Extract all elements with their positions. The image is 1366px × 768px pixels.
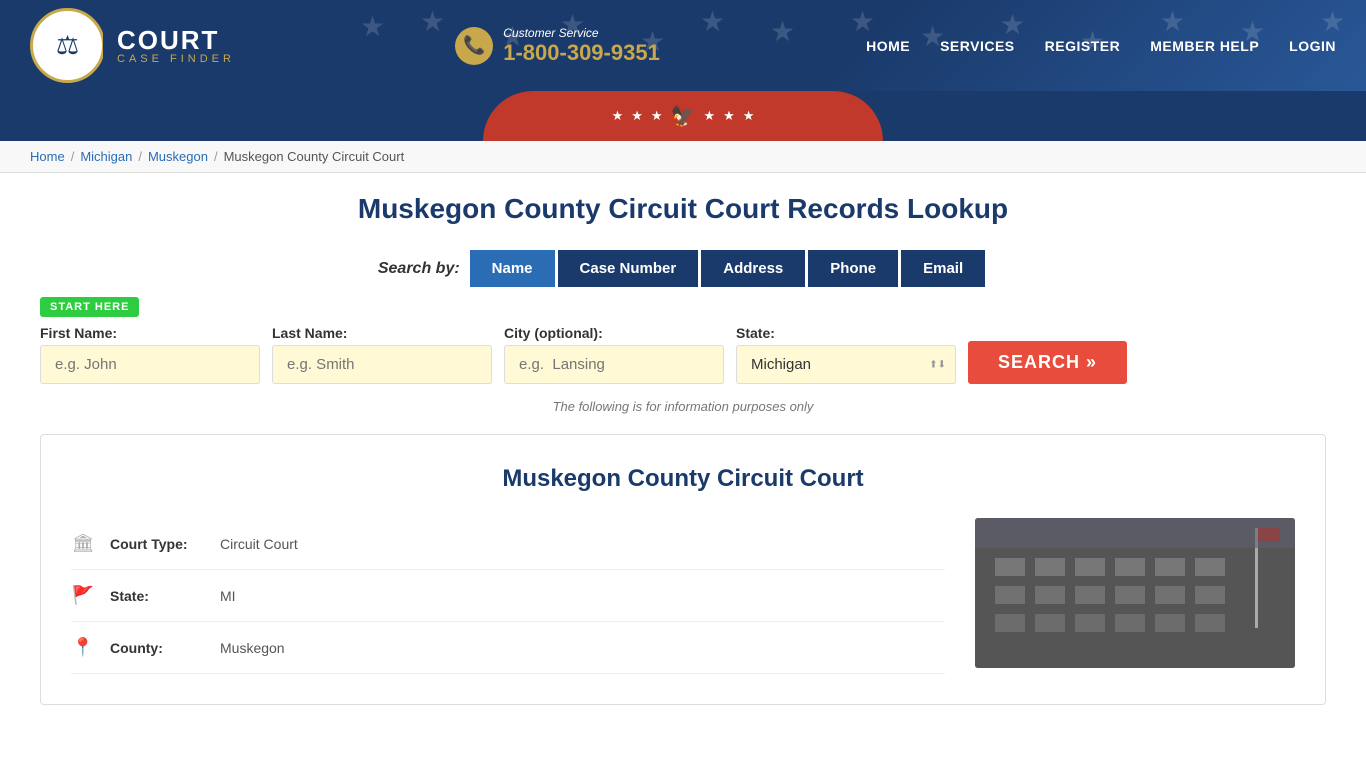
nav-login[interactable]: LOGIN	[1289, 38, 1336, 54]
eagle-banner: ★ ★ ★ 🦅 ★ ★ ★	[483, 91, 883, 141]
state-group: State: Michigan Alabama Alaska Arizona C…	[736, 325, 956, 384]
last-name-label: Last Name:	[272, 325, 492, 341]
city-group: City (optional):	[504, 325, 724, 384]
court-image	[975, 518, 1295, 668]
search-form: First Name: Last Name: City (optional): …	[40, 325, 1326, 384]
court-card-content: 🏛 Court Type: Circuit Court 🚩 State: MI …	[71, 518, 1295, 674]
logo-circle: ⚖	[30, 8, 105, 83]
nav-services[interactable]: SERVICES	[940, 38, 1015, 54]
court-card: Muskegon County Circuit Court 🏛 Court Ty…	[40, 434, 1326, 705]
court-detail-state: 🚩 State: MI	[71, 570, 945, 622]
breadcrumb: Home / Michigan / Muskegon / Muskegon Co…	[30, 149, 1336, 164]
tab-name[interactable]: Name	[470, 250, 555, 287]
breadcrumb-bar: Home / Michigan / Muskegon / Muskegon Co…	[0, 141, 1366, 173]
court-detail-county: 📍 County: Muskegon	[71, 622, 945, 674]
court-state-value: MI	[220, 588, 236, 604]
breadcrumb-sep-2: /	[138, 149, 142, 164]
nav-home[interactable]: HOME	[866, 38, 910, 54]
phone-label: Customer Service	[503, 26, 660, 40]
info-note: The following is for information purpose…	[40, 399, 1326, 414]
last-name-input[interactable]	[272, 345, 492, 384]
logo-case-finder-text: CASE FINDER	[117, 53, 235, 65]
state-select[interactable]: Michigan Alabama Alaska Arizona Californ…	[736, 345, 956, 384]
search-by-row: Search by: Name Case Number Address Phon…	[40, 250, 1326, 287]
phone-area: 📞 Customer Service 1-800-309-9351	[455, 26, 660, 66]
first-name-label: First Name:	[40, 325, 260, 341]
star-right-2: ★	[723, 108, 735, 124]
court-type-label: Court Type:	[110, 536, 190, 552]
search-button[interactable]: SEARCH »	[968, 341, 1127, 384]
star-left-2: ★	[631, 108, 643, 124]
header-top: ⚖ COURT CASE FINDER 📞 Customer Service 1…	[0, 0, 1366, 91]
eagle-stars: ★ ★ ★ 🦅 ★ ★ ★	[612, 104, 755, 129]
court-type-value: Circuit Court	[220, 536, 298, 552]
city-input[interactable]	[504, 345, 724, 384]
city-label: City (optional):	[504, 325, 724, 341]
breadcrumb-sep-1: /	[71, 149, 75, 164]
building-icon: 🏛	[71, 533, 95, 554]
nav-register[interactable]: REGISTER	[1045, 38, 1121, 54]
star-left-3: ★	[651, 108, 663, 124]
flag-icon: 🚩	[71, 585, 95, 606]
state-select-wrapper: Michigan Alabama Alaska Arizona Californ…	[736, 345, 956, 384]
tab-phone[interactable]: Phone	[808, 250, 898, 287]
nav-member-help[interactable]: MEMBER HELP	[1150, 38, 1259, 54]
map-icon: 📍	[71, 637, 95, 658]
main-content: Muskegon County Circuit Court Records Lo…	[0, 173, 1366, 725]
court-county-label: County:	[110, 640, 190, 656]
breadcrumb-current: Muskegon County Circuit Court	[224, 149, 405, 164]
star-right-3: ★	[743, 108, 755, 124]
logo-text-block: COURT CASE FINDER	[103, 23, 249, 69]
phone-text: Customer Service 1-800-309-9351	[503, 26, 660, 66]
search-by-label: Search by:	[378, 260, 460, 278]
logo-area: ⚖ COURT CASE FINDER	[30, 8, 249, 83]
breadcrumb-muskegon[interactable]: Muskegon	[148, 149, 208, 164]
tab-address[interactable]: Address	[701, 250, 805, 287]
header-curve: ★ ★ ★ 🦅 ★ ★ ★	[0, 91, 1366, 141]
page-title: Muskegon County Circuit Court Records Lo…	[40, 193, 1326, 225]
court-state-label: State:	[110, 588, 190, 604]
breadcrumb-sep-3: /	[214, 149, 218, 164]
main-nav: HOME SERVICES REGISTER MEMBER HELP LOGIN	[866, 38, 1336, 54]
first-name-input[interactable]	[40, 345, 260, 384]
state-label: State:	[736, 325, 956, 341]
last-name-group: Last Name:	[272, 325, 492, 384]
court-card-title: Muskegon County Circuit Court	[71, 465, 1295, 493]
tab-email[interactable]: Email	[901, 250, 985, 287]
logo-court-text: COURT	[117, 27, 235, 53]
phone-number: 1-800-309-9351	[503, 40, 660, 66]
phone-icon: 📞	[455, 27, 493, 65]
breadcrumb-home[interactable]: Home	[30, 149, 65, 164]
first-name-group: First Name:	[40, 325, 260, 384]
tab-case-number[interactable]: Case Number	[558, 250, 699, 287]
eagle-icon: 🦅	[671, 104, 696, 129]
court-details: 🏛 Court Type: Circuit Court 🚩 State: MI …	[71, 518, 945, 674]
logo-scales-icon: ⚖	[56, 30, 79, 61]
court-detail-type: 🏛 Court Type: Circuit Court	[71, 518, 945, 570]
start-here-badge: START HERE	[40, 297, 1326, 325]
court-building-svg	[975, 518, 1295, 668]
breadcrumb-michigan[interactable]: Michigan	[80, 149, 132, 164]
header: ★ ★ ★ ★ ★ ★ ★ ★ ★ ★ ★ ★ ★ ★ ⚖ COURT CASE…	[0, 0, 1366, 141]
start-here-label: START HERE	[40, 297, 139, 317]
court-county-value: Muskegon	[220, 640, 285, 656]
star-left-1: ★	[612, 108, 624, 124]
star-right-1: ★	[703, 108, 715, 124]
